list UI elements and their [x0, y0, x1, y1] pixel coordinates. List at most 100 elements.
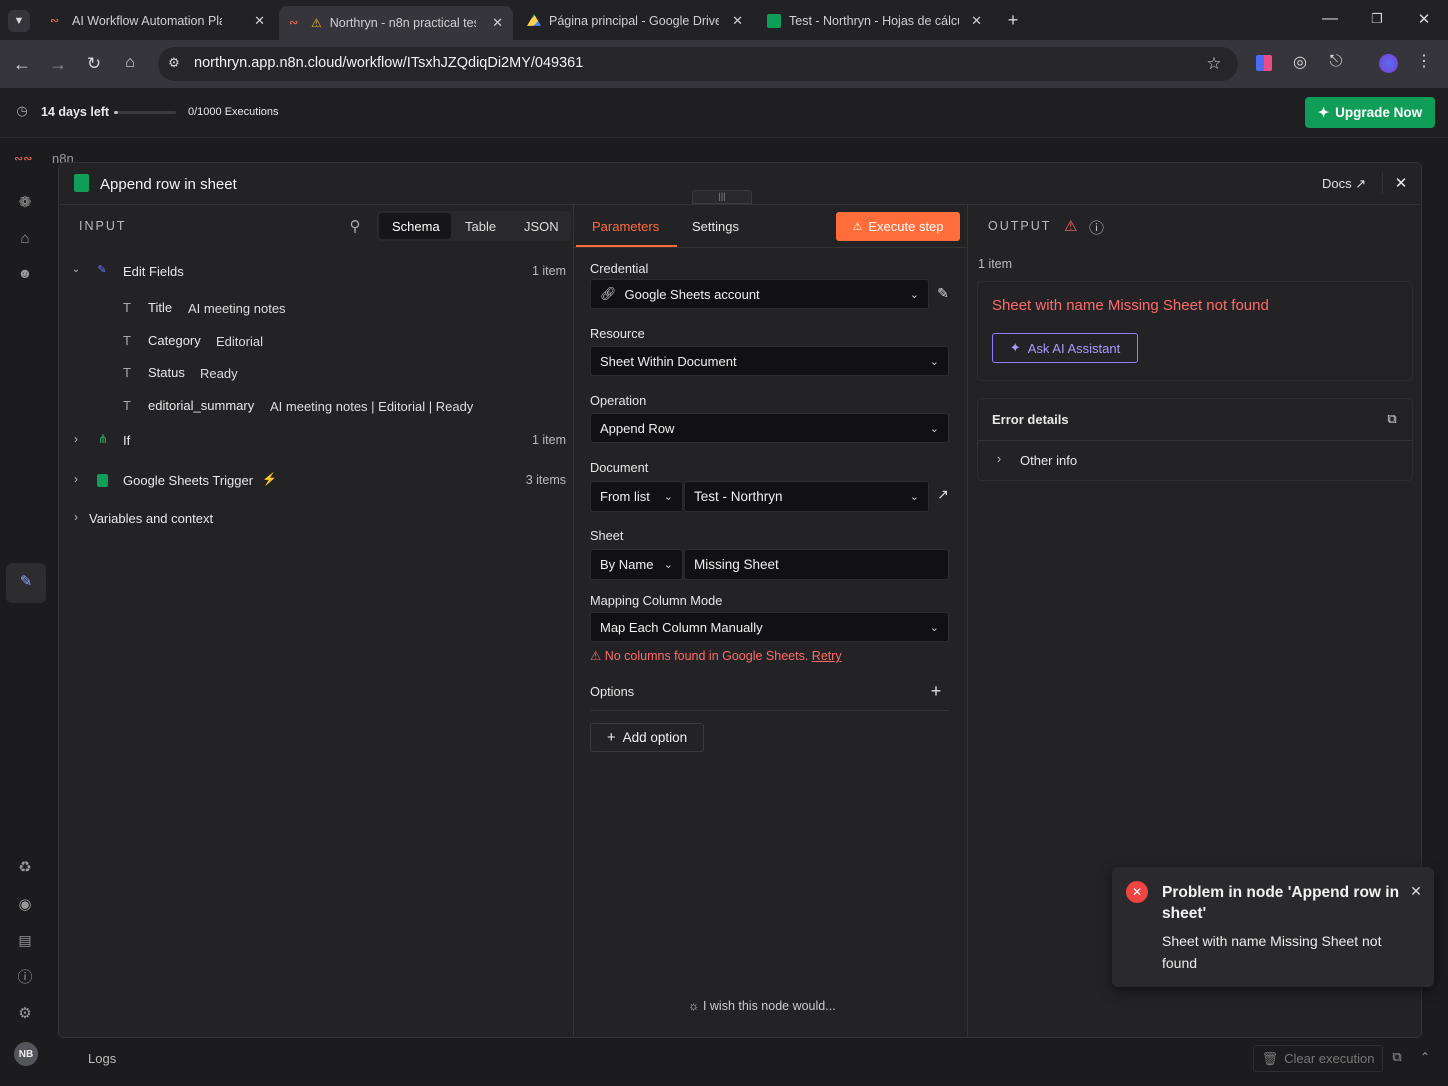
- browser-tab-0[interactable]: ∾ AI Workflow Automation Platfo ✕: [40, 6, 275, 36]
- mapping-mode-select[interactable]: Map Each Column Manually ⌄: [590, 612, 949, 642]
- sheet-name-input[interactable]: Missing Sheet: [684, 549, 949, 580]
- edit-credential-icon[interactable]: ✎: [935, 286, 951, 300]
- back-icon[interactable]: ←: [12, 55, 32, 73]
- site-info-icon[interactable]: ⚙: [166, 56, 182, 69]
- upgrade-now-button[interactable]: ✦ Upgrade Now: [1305, 97, 1435, 128]
- plus-icon: +: [606, 729, 616, 746]
- add-option-button[interactable]: + Add option: [590, 723, 704, 752]
- sheet-label: Sheet: [590, 528, 624, 543]
- copy-icon[interactable]: ⧉: [1384, 412, 1400, 425]
- operation-select[interactable]: Append Row ⌄: [590, 413, 949, 443]
- close-tab-icon[interactable]: ✕: [971, 13, 982, 29]
- home-icon[interactable]: ⌂: [120, 55, 140, 71]
- browser-tab-1[interactable]: ∾ ⚠ Northryn - n8n practical tes ✕: [279, 6, 513, 40]
- input-heading: INPUT: [79, 219, 127, 233]
- url-text: northryn.app.n8n.cloud/workflow/ITsxhJZQ…: [194, 55, 584, 71]
- drag-handle[interactable]: |||: [692, 190, 752, 204]
- error-circle-icon: ✕: [1126, 881, 1148, 903]
- google-sheets-icon: [74, 174, 89, 192]
- text-type-icon: T: [123, 365, 131, 380]
- reload-icon[interactable]: ↻: [84, 55, 104, 72]
- sheet-name-value: Missing Sheet: [694, 557, 779, 572]
- chevron-right-icon[interactable]: ›: [994, 452, 1004, 465]
- if-node-count: 1 item: [531, 433, 566, 447]
- clear-execution-button[interactable]: 🗑︎ Clear execution: [1253, 1045, 1383, 1072]
- if-node[interactable]: If: [123, 433, 130, 448]
- tab-parameters[interactable]: Parameters: [592, 219, 659, 234]
- bookmark-star-icon[interactable]: ☆: [1205, 55, 1223, 72]
- variables-and-context[interactable]: Variables and context: [89, 511, 213, 526]
- edit-fields-count: 1 item: [531, 264, 566, 278]
- field-name[interactable]: Title: [148, 300, 172, 315]
- chevron-up-icon[interactable]: ⌃: [1418, 1051, 1432, 1063]
- edit-fields-node[interactable]: Edit Fields: [123, 264, 184, 279]
- tab-table[interactable]: Table: [465, 219, 496, 234]
- google-sheets-icon: [97, 474, 108, 487]
- extension-icon[interactable]: [1256, 55, 1272, 71]
- forward-icon[interactable]: →: [48, 55, 68, 73]
- feedback-link[interactable]: ☼ I wish this node would...: [688, 999, 836, 1013]
- trigger-node[interactable]: Google Sheets Trigger: [123, 473, 253, 488]
- if-branch-icon: ⋔: [97, 432, 109, 446]
- execute-step-button[interactable]: ⚠ Execute step: [836, 212, 960, 241]
- close-tab-icon[interactable]: ✕: [732, 13, 743, 29]
- browser-tab-2[interactable]: Página principal - Google Drive ✕: [517, 6, 753, 36]
- open-external-icon[interactable]: ↗: [935, 487, 951, 501]
- modal-title[interactable]: Append row in sheet: [100, 176, 237, 193]
- browser-tab-3[interactable]: Test - Northryn - Hojas de cálcu ✕: [757, 6, 992, 36]
- chevron-right-icon[interactable]: ›: [71, 473, 81, 485]
- clear-execution-label: Clear execution: [1284, 1051, 1375, 1066]
- new-tab-icon[interactable]: +: [1003, 11, 1023, 29]
- extension-spiral-icon[interactable]: ◎: [1291, 55, 1309, 71]
- credential-label: Credential: [590, 261, 649, 276]
- info-icon[interactable]: ⓘ: [1089, 217, 1104, 238]
- logs-label[interactable]: Logs: [88, 1051, 116, 1066]
- search-icon[interactable]: ⚲: [346, 219, 364, 234]
- templates-icon[interactable]: ◉: [16, 897, 34, 912]
- close-modal-icon[interactable]: ✕: [1392, 176, 1410, 191]
- tab-settings[interactable]: Settings: [692, 219, 739, 234]
- profile-avatar-icon[interactable]: [1379, 54, 1398, 73]
- insights-chart-icon[interactable]: ▤: [16, 933, 34, 947]
- window-close-icon[interactable]: ✕: [1414, 12, 1434, 27]
- credential-select[interactable]: 🔗︎ Google Sheets account ⌄: [590, 279, 929, 309]
- retry-link[interactable]: Retry: [812, 649, 842, 663]
- chevron-right-icon[interactable]: ›: [71, 511, 81, 523]
- add-icon[interactable]: +: [928, 682, 944, 700]
- home-icon[interactable]: ⌂: [16, 231, 34, 246]
- field-name[interactable]: editorial_summary: [148, 398, 254, 413]
- help-icon[interactable]: ⓘ: [16, 970, 34, 985]
- field-name[interactable]: Status: [148, 365, 185, 380]
- tab-schema[interactable]: Schema: [392, 219, 440, 234]
- close-tab-icon[interactable]: ✕: [254, 13, 265, 29]
- chevron-down-icon[interactable]: ⌄: [69, 265, 83, 275]
- tab-search-icon[interactable]: ▼: [8, 10, 30, 32]
- user-avatar[interactable]: NB: [14, 1042, 38, 1066]
- docs-link[interactable]: Docs ↗: [1322, 176, 1366, 192]
- close-toast-icon[interactable]: ✕: [1408, 884, 1424, 898]
- tab-json[interactable]: JSON: [524, 219, 559, 234]
- settings-gear-icon[interactable]: ⚙: [16, 1006, 34, 1021]
- close-tab-icon[interactable]: ✕: [492, 15, 503, 31]
- ask-ai-assistant-button[interactable]: ✦ Ask AI Assistant: [992, 333, 1138, 363]
- other-info-toggle[interactable]: Other info: [1020, 453, 1077, 468]
- restore-icon[interactable]: ❐: [1367, 12, 1387, 25]
- feedback-text: I wish this node would...: [702, 999, 836, 1013]
- upgrade-label: Upgrade Now: [1335, 105, 1423, 120]
- document-select[interactable]: Test - Northryn ⌄: [684, 481, 929, 512]
- minimize-icon[interactable]: —: [1320, 11, 1340, 27]
- extensions-puzzle-icon[interactable]: ⎋: [1327, 54, 1345, 70]
- error-card: [977, 281, 1413, 381]
- mapping-mode-value: Map Each Column Manually: [600, 619, 763, 635]
- chevron-right-icon[interactable]: ›: [71, 433, 81, 445]
- workflows-icon[interactable]: ❁: [16, 195, 34, 210]
- browser-menu-icon[interactable]: ⋮: [1416, 54, 1432, 70]
- field-name[interactable]: Category: [148, 333, 201, 348]
- resource-select[interactable]: Sheet Within Document ⌄: [590, 346, 949, 376]
- notifications-bell-icon[interactable]: ♻: [16, 860, 34, 875]
- operation-label: Operation: [590, 393, 647, 408]
- document-mode-select[interactable]: From list ⌄: [590, 481, 683, 512]
- users-icon[interactable]: ☻: [16, 266, 34, 280]
- sheet-mode-select[interactable]: By Name ⌄: [590, 549, 683, 580]
- popout-icon[interactable]: ⧉: [1389, 1050, 1405, 1063]
